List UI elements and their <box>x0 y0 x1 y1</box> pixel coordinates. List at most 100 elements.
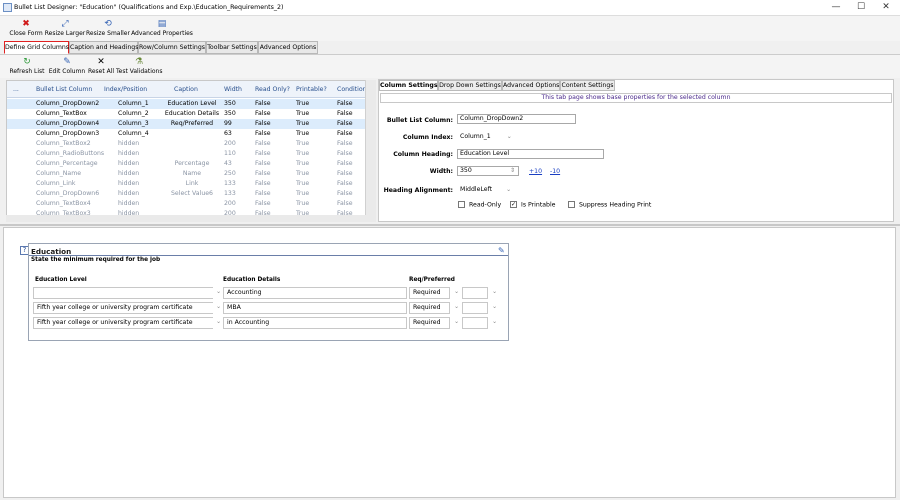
extra-dropdown[interactable] <box>462 287 488 299</box>
cell-cond: False <box>337 150 353 157</box>
chevron-down-icon[interactable]: ⌄ <box>213 287 222 299</box>
close-window-button[interactable]: ✕ <box>874 0 898 15</box>
table-row[interactable]: Column_DropDown2 Column_1 Education Level 3… <box>7 99 375 109</box>
splitter[interactable] <box>0 224 900 226</box>
chevron-down-icon[interactable]: ⌄ <box>489 302 499 314</box>
extra-dropdown[interactable] <box>462 302 488 314</box>
table-row[interactable]: Column_DropDown4 Column_3 Req/Preferred 99 F… <box>7 119 375 129</box>
education-details-input[interactable]: Accounting <box>223 287 407 299</box>
tab-drop-down-settings[interactable]: Drop Down Settings <box>438 80 502 91</box>
cell-cap: Education Level <box>167 100 217 107</box>
cell-cond: False <box>337 110 353 117</box>
table-row[interactable]: Column_Percentage hidden Percentage 43 False… <box>7 159 375 169</box>
chevron-down-icon[interactable]: ⌄ <box>451 317 461 329</box>
cell-pr: True <box>296 150 310 157</box>
col-header-menu[interactable]: ... <box>13 86 19 93</box>
tab-advanced-options-right[interactable]: Advanced Options <box>502 80 560 91</box>
table-row[interactable]: Column_TextBox Column_2 Education Details 3… <box>7 109 375 119</box>
plus-10-link[interactable]: +10 <box>529 168 542 175</box>
col-header-index-position[interactable]: Index/Position <box>104 86 147 93</box>
cell-pr: True <box>296 180 310 187</box>
chevron-down-icon[interactable]: ⌄ <box>489 287 499 299</box>
suppress-heading-print-checkbox[interactable]: Suppress Heading Print <box>568 201 651 209</box>
req-preferred-dropdown[interactable]: Required <box>409 302 450 314</box>
education-level-dropdown[interactable]: Fifth year college or university program… <box>33 317 214 329</box>
cell-pr: True <box>296 100 310 107</box>
columns-grid: ... Bullet List Column Index/Position Ca… <box>6 80 376 220</box>
tab-define-grid-columns[interactable]: Define Grid Columns <box>4 41 69 54</box>
education-level-dropdown[interactable] <box>33 287 214 299</box>
education-details-input[interactable]: MBA <box>223 302 407 314</box>
cell-ro: False <box>255 200 271 207</box>
cell-ro: False <box>255 120 271 127</box>
table-row[interactable]: Column_RadioButtons hidden 110 False True Fal… <box>7 149 375 159</box>
is-printable-checkbox[interactable]: ✓ Is Printable <box>510 201 556 209</box>
reset-all-button[interactable]: ✕ Reset All <box>86 56 116 76</box>
education-details-input[interactable]: in Accounting <box>223 317 407 329</box>
refresh-icon: ↻ <box>23 57 31 67</box>
chevron-down-icon[interactable]: ⌄ <box>451 287 461 299</box>
req-preferred-dropdown[interactable]: Required <box>409 287 450 299</box>
minus-10-link[interactable]: -10 <box>550 168 560 175</box>
cell-w: 110 <box>224 150 236 157</box>
education-level-dropdown[interactable]: Fifth year college or university program… <box>33 302 214 314</box>
column-heading-field[interactable]: Education Level <box>457 149 604 159</box>
cell-col: Column_DropDown4 <box>36 120 100 127</box>
cell-cond: False <box>337 170 353 177</box>
grid-vertical-scrollbar[interactable] <box>365 80 376 220</box>
cell-idx: Column_2 <box>118 110 149 117</box>
table-row[interactable]: Column_DropDown3 Column_4 63 False True False <box>7 129 375 139</box>
table-row[interactable]: Column_TextBox2 hidden 200 False True False <box>7 139 375 149</box>
col-header-printable[interactable]: Printable? <box>296 86 327 93</box>
cell-cond: False <box>337 130 353 137</box>
chevron-down-icon[interactable]: ⌄ <box>489 317 499 329</box>
col-header-bullet-list-column[interactable]: Bullet List Column <box>36 86 92 93</box>
tab-caption-and-headings[interactable]: Caption and Headings <box>69 41 138 54</box>
table-row[interactable]: Column_Link hidden Link 133 False True False <box>7 179 375 189</box>
x-icon: ✕ <box>97 57 105 67</box>
close-form-button[interactable]: ✖ Close Form <box>6 18 46 38</box>
tab-row-column-settings[interactable]: Row/Column Settings <box>138 41 206 54</box>
minimize-button[interactable]: — <box>824 0 848 15</box>
extra-dropdown[interactable] <box>462 317 488 329</box>
cell-ro: False <box>255 190 271 197</box>
cell-cap: Select Value6 <box>171 190 213 197</box>
advanced-properties-button[interactable]: ▤ Advanced Properties <box>131 18 193 38</box>
maximize-button[interactable]: ☐ <box>849 0 873 15</box>
tab-advanced-options[interactable]: Advanced Options <box>258 41 318 54</box>
tab-content-settings[interactable]: Content Settings <box>560 80 615 91</box>
cell-cond: False <box>337 100 353 107</box>
read-only-checkbox[interactable]: Read-Only <box>458 201 501 209</box>
chevron-down-icon[interactable]: ⌄ <box>213 317 222 329</box>
cell-idx: hidden <box>118 190 140 197</box>
width-stepper-arrows-icon[interactable]: ⇕ <box>510 167 515 174</box>
table-row[interactable]: Column_TextBox4 hidden 200 False True False <box>7 199 375 209</box>
column-index-dropdown[interactable]: Column_1 ⌄ <box>460 133 520 140</box>
resize-larger-icon: ⤢ <box>61 19 69 29</box>
resize-smaller-button[interactable]: ⟲ Resize Smaller <box>86 18 130 38</box>
bullet-list-column-field[interactable]: Column_DropDown2 <box>457 114 576 124</box>
table-row[interactable]: Column_Name hidden Name 250 False True False <box>7 169 375 179</box>
req-preferred-dropdown[interactable]: Required <box>409 317 450 329</box>
tab-toolbar-settings[interactable]: Toolbar Settings <box>206 41 258 54</box>
edit-column-button[interactable]: ✎ Edit Column <box>48 56 86 76</box>
col-header-caption[interactable]: Caption <box>174 86 198 93</box>
bullet-list-column-label: Bullet List Column: <box>386 117 453 124</box>
grid-horizontal-scrollbar[interactable] <box>6 215 376 222</box>
test-validations-button[interactable]: ⚗ Test Validations <box>116 56 162 76</box>
cell-cond: False <box>337 160 353 167</box>
col-header-width[interactable]: Width <box>224 86 242 93</box>
cell-pr: True <box>296 110 310 117</box>
refresh-list-button[interactable]: ↻ Refresh List <box>8 56 46 76</box>
resize-larger-button[interactable]: ⤢ Resize Larger <box>44 18 86 38</box>
header-req-preferred: Req/Preferred <box>409 277 455 283</box>
col-header-read-only[interactable]: Read Only? <box>255 86 290 93</box>
chevron-down-icon: ⌄ <box>506 186 512 193</box>
edit-pencil-icon[interactable]: ✎ <box>498 246 505 255</box>
chevron-down-icon[interactable]: ⌄ <box>451 302 461 314</box>
tab-column-settings[interactable]: Column Settings <box>379 80 438 91</box>
heading-alignment-dropdown[interactable]: MiddleLeft ⌄ <box>460 186 520 193</box>
cell-w: 200 <box>224 200 236 207</box>
table-row[interactable]: Column_DropDown6 hidden Select Value6 133 Fa… <box>7 189 375 199</box>
chevron-down-icon[interactable]: ⌄ <box>213 302 222 314</box>
